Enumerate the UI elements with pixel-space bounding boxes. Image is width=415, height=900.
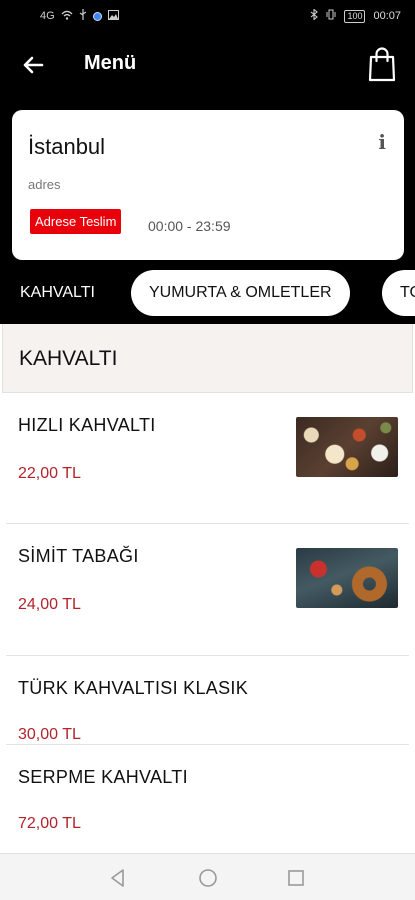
vibrate-icon — [326, 9, 336, 23]
arrow-left-icon — [23, 56, 44, 74]
menu-item[interactable]: TÜRK KAHVALTISI KLASIK 30,00 TL — [0, 656, 415, 744]
circle-home-icon — [199, 869, 217, 887]
info-icon[interactable]: i — [378, 130, 386, 154]
signal-icon: 4G — [40, 9, 55, 22]
menu-item[interactable]: HIZLI KAHVALTI 22,00 TL — [0, 393, 415, 523]
menu-list: HIZLI KAHVALTI 22,00 TL SİMİT TABAĞI 24,… — [0, 393, 415, 853]
notification-dot-icon — [92, 11, 102, 21]
usb-icon — [79, 9, 87, 23]
system-nav-bar — [0, 853, 415, 900]
gallery-icon — [107, 9, 119, 23]
status-time: 00:07 — [373, 10, 401, 22]
triangle-back-icon — [111, 869, 124, 887]
bluetooth-icon — [310, 8, 319, 23]
status-bar: 4G 100 00:07 — [0, 0, 415, 32]
nav-home-button[interactable] — [197, 867, 219, 889]
app-header: Menü — [0, 32, 415, 98]
nav-recents-button[interactable] — [285, 867, 307, 889]
menu-item[interactable]: SERPME KAHVALTI 72,00 TL — [0, 745, 415, 853]
square-recents-icon — [288, 870, 304, 886]
item-name: HIZLI KAHVALTI — [18, 415, 156, 435]
item-price: 22,00 TL — [18, 465, 81, 482]
store-name: İstanbul — [28, 134, 106, 159]
item-name: TÜRK KAHVALTISI KLASIK — [18, 678, 249, 698]
item-name: SİMİT TABAĞI — [18, 546, 139, 566]
tab-partial[interactable]: TO — [382, 270, 415, 316]
store-hours: 00:00 - 23:59 — [148, 218, 231, 234]
store-address: adres — [28, 177, 61, 192]
store-card[interactable]: İstanbul adres Adrese Teslim 00:00 - 23:… — [12, 110, 404, 260]
item-price: 30,00 TL — [18, 726, 81, 743]
item-image — [296, 548, 398, 608]
delivery-badge: Adrese Teslim — [30, 209, 122, 234]
status-right: 100 00:07 — [310, 8, 401, 23]
nav-back-button[interactable] — [107, 867, 129, 889]
status-left: 4G — [40, 9, 119, 23]
battery-icon: 100 — [344, 9, 366, 23]
shopping-bag-icon — [368, 47, 396, 82]
menu-item[interactable]: SİMİT TABAĞI 24,00 TL — [0, 524, 415, 654]
item-price: 24,00 TL — [18, 596, 81, 613]
category-tabs: KAHVALTI YUMURTA & OMLETLER TO — [0, 268, 415, 320]
item-name: SERPME KAHVALTI — [18, 767, 188, 787]
back-button[interactable] — [18, 50, 48, 80]
tab-yumurta-omletler[interactable]: YUMURTA & OMLETLER — [131, 270, 350, 316]
section-header: KAHVALTI — [2, 324, 413, 393]
section-title: KAHVALTI — [19, 347, 118, 370]
wifi-icon — [61, 10, 73, 23]
shopping-bag-button[interactable] — [367, 46, 397, 82]
item-price: 72,00 TL — [18, 815, 81, 832]
item-image — [296, 417, 398, 477]
tab-kahvalti[interactable]: KAHVALTI — [20, 270, 95, 316]
page-title: Menü — [84, 52, 137, 74]
